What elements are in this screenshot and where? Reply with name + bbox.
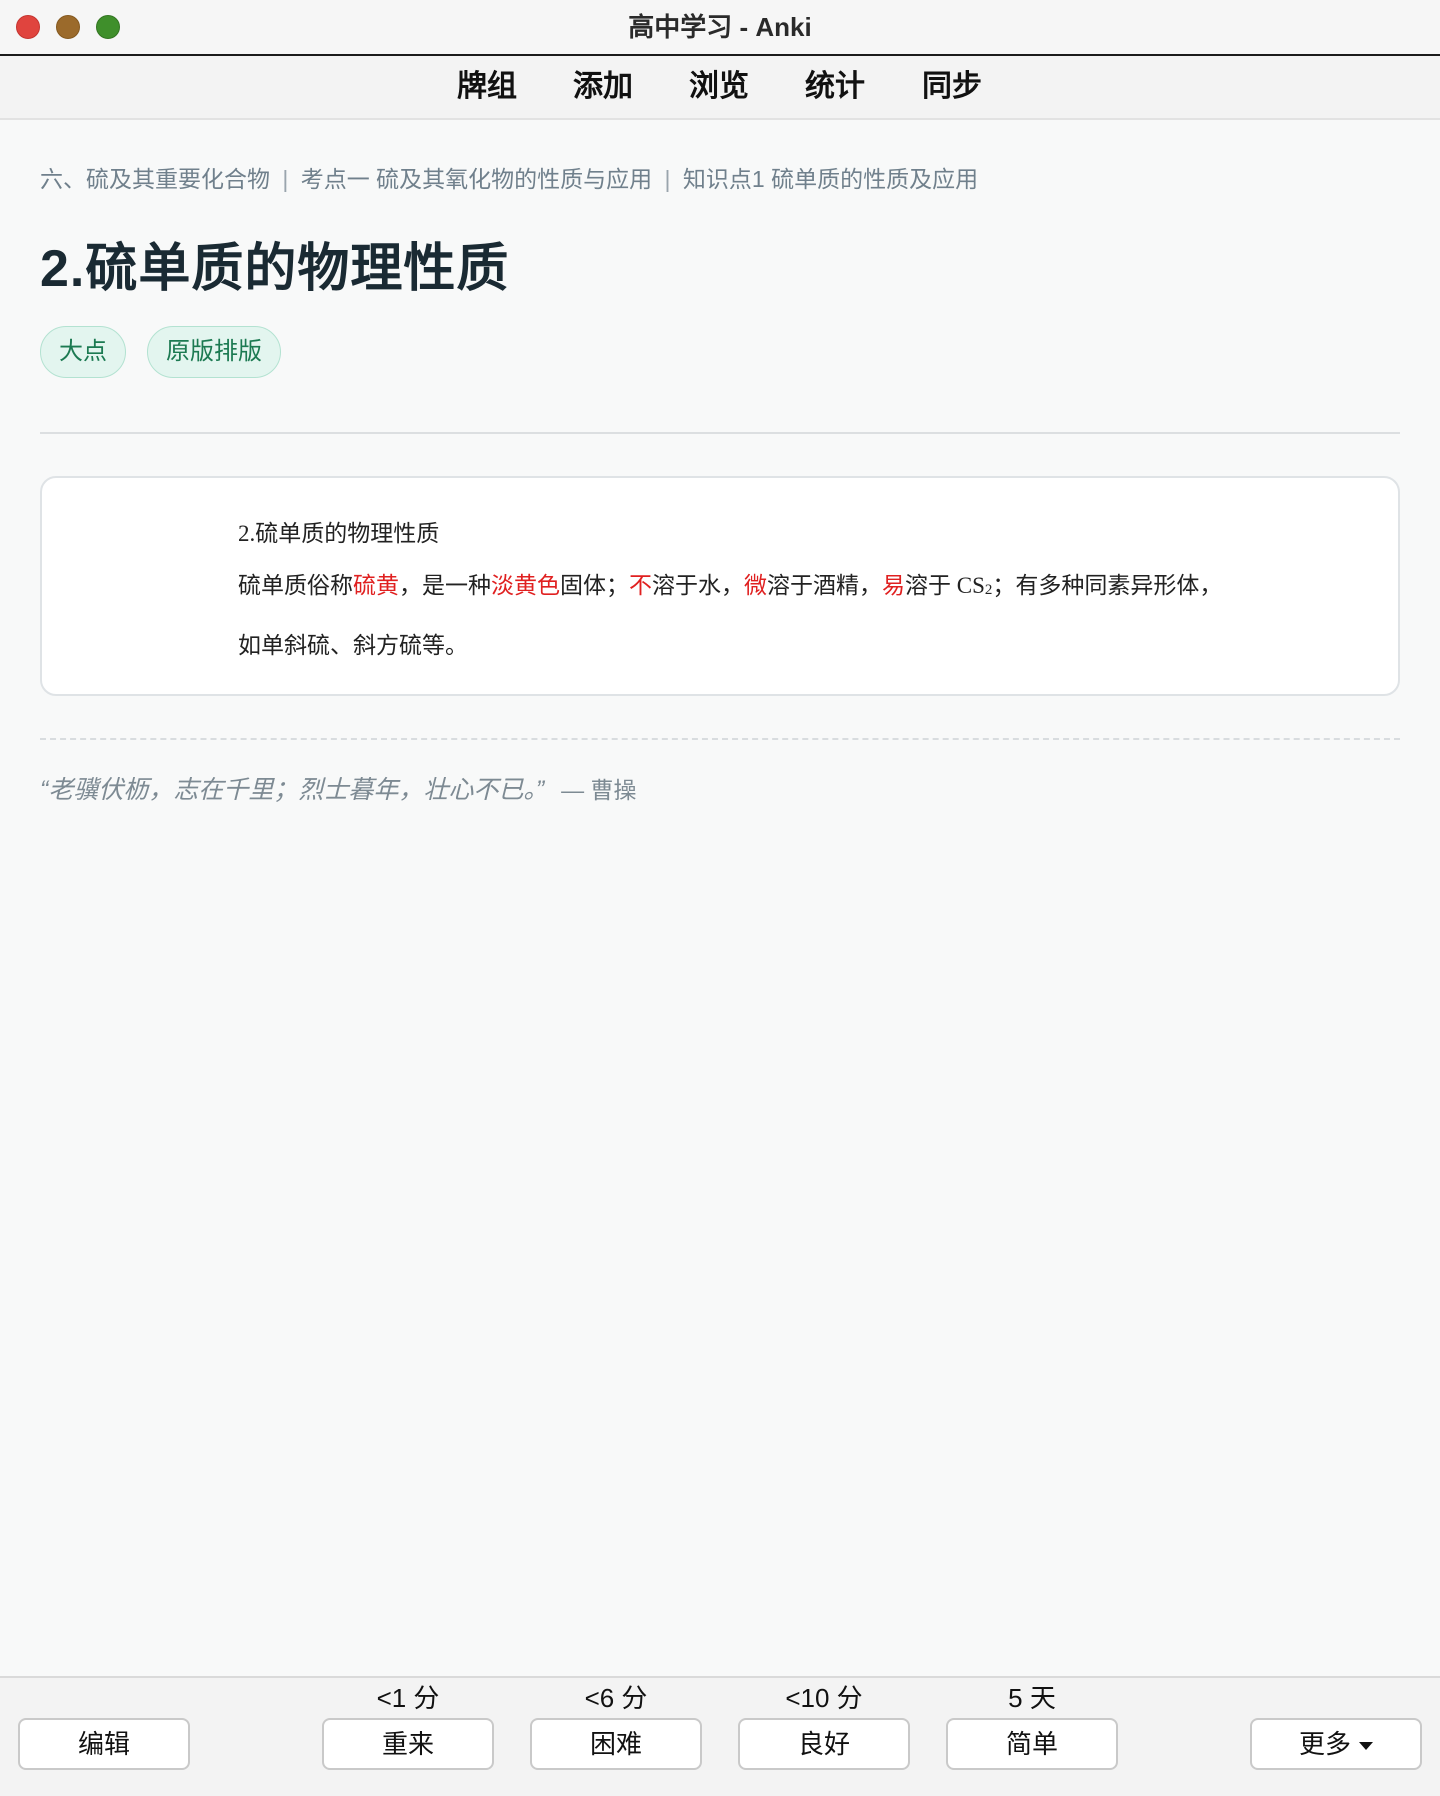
main-toolbar: 牌组 添加 浏览 统计 同步 (0, 56, 1440, 120)
highlighted-text: 淡黄色 (491, 573, 560, 598)
hard-button[interactable]: 困难 (530, 1718, 702, 1770)
highlighted-text: 易 (882, 573, 905, 598)
toolbar-sync[interactable]: 同步 (902, 56, 1002, 118)
body-text: ，是一种 (399, 573, 491, 598)
interval-hard: <6 分 (584, 1683, 648, 1713)
answer-bar: <1 分 <6 分 <10 分 5 天 编辑 重来 困难 良好 简单 更多 (0, 1676, 1440, 1796)
quote-author: — 曹操 (561, 777, 637, 803)
quote-divider (40, 738, 1400, 740)
breadcrumb-separator: | (664, 166, 671, 192)
interval-easy: 5 天 (1008, 1683, 1056, 1713)
caret-down-icon (1359, 1742, 1373, 1751)
tag-chip: 大点 (40, 326, 126, 378)
toolbar-decks[interactable]: 牌组 (437, 56, 537, 118)
highlighted-text: 微 (744, 573, 767, 598)
breadcrumb-chapter: 六、硫及其重要化合物 (40, 166, 270, 192)
title-bar: 高中学习 - Anki (0, 0, 1440, 56)
tag-chip: 原版排版 (147, 326, 281, 378)
body-text: 固体； (560, 573, 629, 598)
body-text: 溶于 CS (905, 573, 985, 598)
breadcrumb: 六、硫及其重要化合物 | 考点一 硫及其氧化物的性质与应用 | 知识点1 硫单质… (40, 160, 978, 194)
interval-good: <10 分 (785, 1683, 863, 1713)
content-body: 硫单质俗称硫黄，是一种淡黄色固体；不溶于水，微溶于酒精，易溶于 CS2；有多种同… (238, 558, 1238, 673)
divider (40, 432, 1400, 434)
body-text: 硫单质俗称 (238, 573, 353, 598)
breadcrumb-topic: 知识点1 硫单质的性质及应用 (682, 166, 979, 192)
good-button[interactable]: 良好 (738, 1718, 910, 1770)
breadcrumb-separator: | (282, 166, 289, 192)
quote-text: “老骥伏枥，志在千里；烈士暮年，壮心不已。” (40, 776, 545, 804)
content-heading: 2.硫单质的物理性质 (238, 521, 440, 546)
toolbar-browse[interactable]: 浏览 (669, 56, 769, 118)
toolbar-add[interactable]: 添加 (553, 56, 653, 118)
breadcrumb-section: 考点一 硫及其氧化物的性质与应用 (300, 166, 653, 192)
body-text: 溶于水， (652, 573, 744, 598)
body-text: 溶于酒精， (767, 573, 882, 598)
interval-again: <1 分 (376, 1683, 440, 1713)
easy-button[interactable]: 简单 (946, 1718, 1118, 1770)
more-button[interactable]: 更多 (1250, 1718, 1422, 1770)
anki-window: 高中学习 - Anki 牌组 添加 浏览 统计 同步 六、硫及其重要化合物 | … (0, 0, 1440, 1796)
more-button-label: 更多 (1298, 1729, 1351, 1759)
quote: “老骥伏枥，志在千里；烈士暮年，壮心不已。” — 曹操 (40, 770, 637, 806)
card-content: 2.硫单质的物理性质 硫单质俗称硫黄，是一种淡黄色固体；不溶于水，微溶于酒精，易… (40, 476, 1400, 696)
edit-button[interactable]: 编辑 (18, 1718, 190, 1770)
toolbar-stats[interactable]: 统计 (785, 56, 885, 118)
card-title: 2.硫单质的物理性质 (40, 240, 510, 298)
window-title: 高中学习 - Anki (628, 12, 812, 42)
highlighted-text: 硫黄 (353, 573, 399, 598)
again-button[interactable]: 重来 (322, 1718, 494, 1770)
highlighted-text: 不 (629, 573, 652, 598)
